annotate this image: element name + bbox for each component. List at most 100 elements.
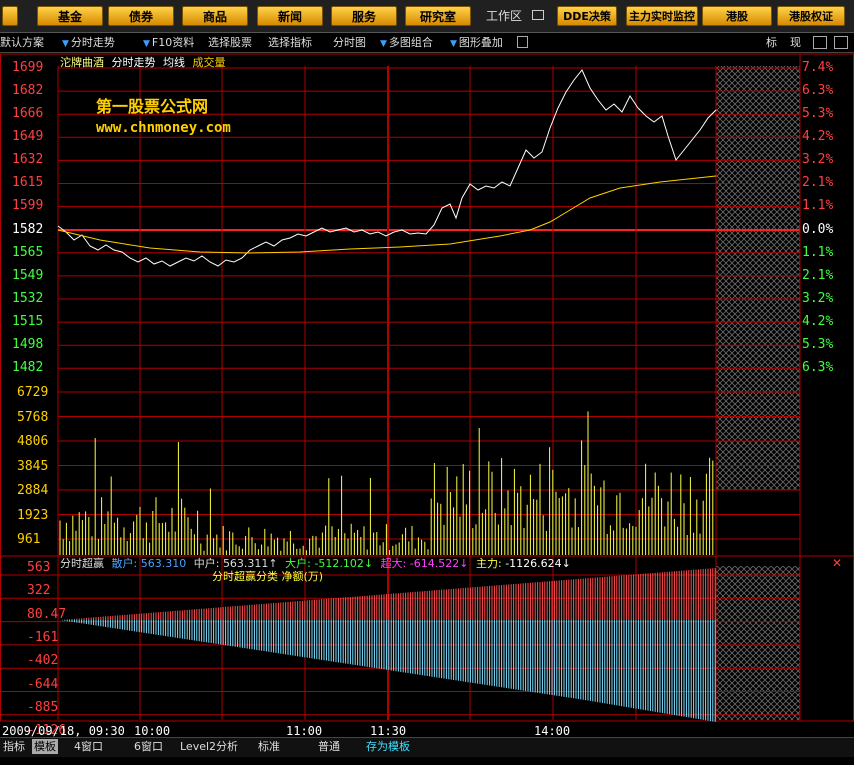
dropdown-arrow-icon: ▼ bbox=[143, 39, 150, 49]
restore-window-icon[interactable] bbox=[813, 36, 827, 49]
price-label: 1498 bbox=[12, 337, 44, 352]
volume-label: 1923 bbox=[17, 507, 49, 523]
pct-label-base: 0.0% bbox=[802, 222, 834, 237]
price-label: 1682 bbox=[12, 83, 44, 98]
price-label: 1599 bbox=[12, 198, 44, 213]
volume-bars bbox=[59, 411, 714, 555]
pct-label: 6.3% bbox=[802, 83, 834, 98]
flow-label: -161 bbox=[27, 629, 59, 645]
volume-label: 4806 bbox=[17, 434, 49, 449]
toolbar-item-4[interactable]: 选择指标 bbox=[268, 34, 312, 51]
top-button-5[interactable]: 研究室 bbox=[405, 6, 471, 26]
top-menu-bar: 基金 债券 商品 新闻 服务 研究室 工作区 DDE决策 主力实时监控 港股 港股权证 bbox=[0, 0, 854, 33]
bottom-tab-bar bbox=[0, 737, 854, 757]
pct-label: 3.2% bbox=[802, 291, 834, 306]
tab-6window[interactable]: 6窗口 bbox=[134, 739, 163, 754]
flow-label: 322 bbox=[27, 583, 51, 599]
close-icon[interactable]: ✕ bbox=[832, 556, 842, 570]
top-button-0[interactable]: 基金 bbox=[37, 6, 103, 26]
toolbar-item-5[interactable]: 分时图 bbox=[333, 34, 366, 51]
chart-header: 沱牌曲酒 分时走势 均线 成交量 bbox=[60, 54, 226, 70]
time-tick-1400: 14:00 bbox=[534, 724, 571, 738]
toolbar-item-7[interactable]: ▼ 图形叠加 bbox=[450, 34, 503, 51]
toolbar-item-2[interactable]: ▼ F10资料 bbox=[143, 34, 194, 51]
toolbar-item-label: 标 bbox=[766, 36, 777, 49]
time-tick-1130: 11:30 bbox=[370, 724, 407, 738]
sanhu-label: 散户: bbox=[111, 557, 138, 570]
tab-level2[interactable]: Level2分析 bbox=[180, 739, 238, 754]
tab-template[interactable]: 模板 bbox=[32, 739, 58, 754]
toolbar-item-label: F10资料 bbox=[151, 36, 195, 49]
price-label: 1699 bbox=[12, 60, 44, 75]
tab-indicator[interactable]: 指标 bbox=[3, 739, 25, 754]
tab-save-template[interactable]: 存为模板 bbox=[366, 739, 410, 754]
pct-label: 3.2% bbox=[802, 152, 834, 167]
mail-icon[interactable] bbox=[532, 10, 544, 20]
pct-label: 6.3% bbox=[802, 360, 834, 375]
toolbar-item-1[interactable]: ▼ 分时走势 bbox=[62, 34, 115, 51]
toolbar-item-6[interactable]: ▼ 多图组合 bbox=[380, 34, 433, 51]
flow-label: 563 bbox=[27, 560, 51, 575]
menu-left-edge-button[interactable] bbox=[2, 6, 18, 26]
top-right-button-0[interactable]: DDE决策 bbox=[557, 6, 617, 26]
flow-subtitle: 分时超赢分类 净额(万) bbox=[212, 570, 324, 583]
time-tick-1000: 10:00 bbox=[134, 724, 171, 738]
dropdown-arrow-icon: ▼ bbox=[62, 39, 69, 49]
header-item-avg[interactable]: 均线 bbox=[163, 56, 185, 69]
toolbar-item-label: 多图组合 bbox=[388, 36, 433, 49]
watermark-url: www.chnmoney.com bbox=[96, 120, 231, 136]
volume-label: 2884 bbox=[17, 483, 49, 498]
tab-4window[interactable]: 4窗口 bbox=[74, 739, 103, 754]
toolbar-item-0[interactable]: 默认方案 bbox=[0, 34, 44, 51]
top-right-button-2[interactable]: 港股 bbox=[702, 6, 772, 26]
lock-icon[interactable] bbox=[517, 36, 528, 48]
watermark-title: 第一股票公式网 bbox=[96, 97, 209, 116]
top-button-1[interactable]: 债券 bbox=[108, 6, 174, 26]
pct-label: 4.2% bbox=[802, 314, 834, 329]
toolbar-item-label: 现 bbox=[790, 36, 801, 49]
volume-label: 5768 bbox=[17, 409, 49, 425]
top-button-4[interactable]: 服务 bbox=[331, 6, 397, 26]
toolbar-item-label: 选择股票 bbox=[208, 36, 252, 49]
header-item-trend[interactable]: 分时走势 bbox=[112, 56, 156, 69]
tab-normal[interactable]: 普通 bbox=[318, 739, 340, 754]
flow-label: -644 bbox=[27, 676, 59, 692]
dahu-value: -512.102↓ bbox=[314, 557, 374, 570]
price-label: 1666 bbox=[12, 106, 44, 121]
dropdown-arrow-icon: ▼ bbox=[450, 39, 457, 49]
tab-standard[interactable]: 标准 bbox=[258, 739, 280, 754]
price-label: 1515 bbox=[12, 314, 44, 329]
top-right-button-1[interactable]: 主力实时监控 bbox=[626, 6, 698, 26]
toolbar-item-9[interactable]: 现 bbox=[790, 34, 801, 51]
time-tick-1100: 11:00 bbox=[286, 724, 323, 738]
price-label: 1649 bbox=[12, 129, 44, 144]
top-right-button-3[interactable]: 港股权证 bbox=[777, 6, 845, 26]
toolbar-item-label: 图形叠加 bbox=[458, 36, 503, 49]
toolbar-item-3[interactable]: 选择股票 bbox=[208, 34, 252, 51]
price-label: 1565 bbox=[12, 245, 44, 260]
maximize-window-icon[interactable] bbox=[834, 36, 848, 49]
chaoda-label: 超大: bbox=[380, 557, 407, 570]
time-axis-date: 2009/09/18, 09:30 bbox=[2, 724, 125, 738]
flow-title: 分时超赢 bbox=[60, 557, 104, 570]
volume-label: 961 bbox=[17, 532, 41, 547]
pct-label: 1.1% bbox=[802, 198, 834, 213]
inactive-area bbox=[716, 66, 800, 490]
top-button-2[interactable]: 商品 bbox=[182, 6, 248, 26]
pct-label: 2.1% bbox=[802, 175, 834, 190]
price-label-base: 1582 bbox=[12, 222, 44, 237]
chaoda-value: -614.522↓ bbox=[409, 557, 469, 570]
workspace-label[interactable]: 工作区 bbox=[486, 6, 522, 26]
toolbar-item-8[interactable]: 标 bbox=[766, 34, 777, 51]
price-label: 1549 bbox=[12, 268, 44, 283]
price-label: 1632 bbox=[12, 152, 44, 167]
toolbar-item-label: 默认方案 bbox=[0, 36, 44, 49]
zhuli-value: -1126.624↓ bbox=[505, 557, 571, 570]
price-label: 1482 bbox=[12, 360, 44, 375]
pct-label: 1.1% bbox=[802, 245, 834, 260]
pct-label: 2.1% bbox=[802, 268, 834, 283]
header-item-volume[interactable]: 成交量 bbox=[193, 56, 226, 69]
chart-toolbar: 默认方案 ▼ 分时走势 ▼ F10资料 选择股票 选择指标 分时图 ▼ 多图组合 ▼ 图形叠加标现 bbox=[0, 33, 854, 53]
top-button-3[interactable]: 新闻 bbox=[257, 6, 323, 26]
pct-label: 5.3% bbox=[802, 337, 834, 352]
